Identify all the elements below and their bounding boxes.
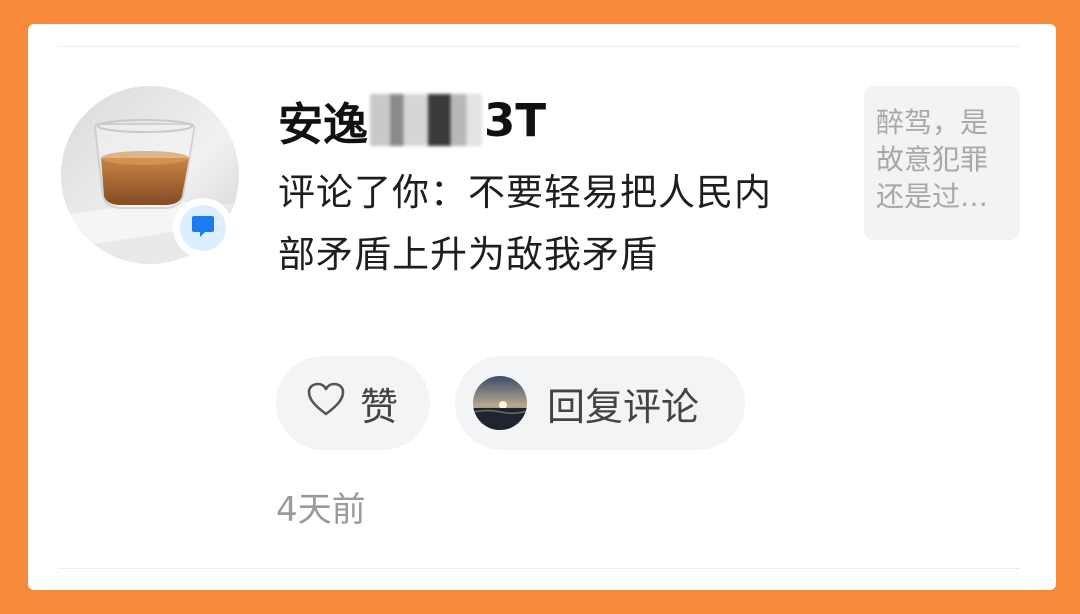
quoted-post-preview[interactable]: 醉驾，是故意犯罪还是过…	[864, 86, 1020, 240]
username-prefix: 安逸	[278, 97, 369, 151]
top-divider	[58, 46, 1020, 47]
bottom-divider	[58, 568, 1020, 569]
comment-text[interactable]: 评论了你：不要轻易把人民内部矛盾上升为敌我矛盾	[278, 162, 808, 286]
username[interactable]: 安逸 3T	[278, 88, 546, 152]
comment-badge	[173, 198, 233, 258]
redacted-mosaic	[370, 94, 483, 146]
comment-bubble-icon	[190, 213, 216, 243]
user-avatar[interactable]	[61, 86, 239, 264]
reply-comment-button[interactable]: 回复评论	[455, 356, 745, 450]
heart-outline-icon	[306, 381, 346, 426]
like-button[interactable]: 赞	[276, 356, 430, 450]
reply-label: 回复评论	[547, 384, 700, 429]
like-label: 赞	[360, 384, 399, 429]
timestamp: 4天前	[276, 490, 366, 530]
my-avatar	[473, 376, 527, 430]
notification-card[interactable]: 安逸 3T 评论了你：不要轻易把人民内部矛盾上升为敌我矛盾 醉驾，是故意犯罪还是…	[28, 24, 1056, 590]
username-suffix: 3T	[484, 93, 547, 147]
